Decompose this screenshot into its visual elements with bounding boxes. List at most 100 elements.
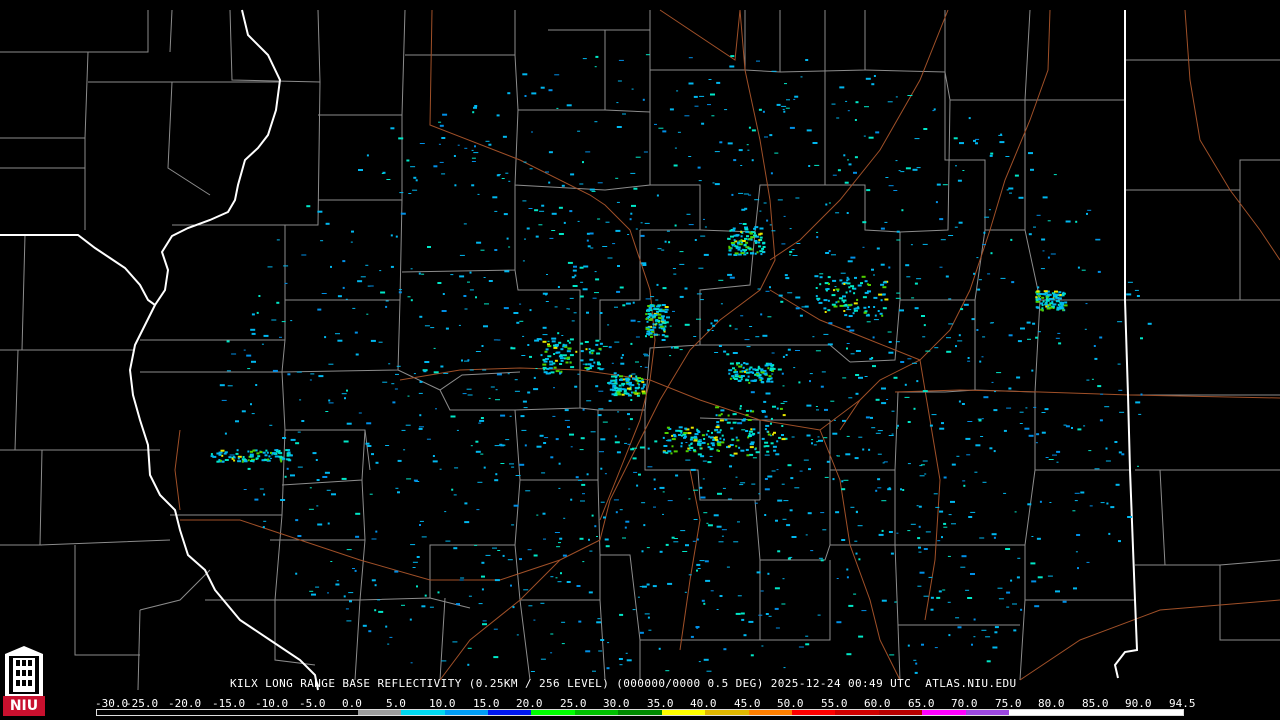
echo-pixel (458, 324, 461, 326)
echo-pixel (981, 356, 984, 358)
echo-pixel (836, 621, 842, 624)
echo-pixel (524, 95, 527, 97)
echo-pixel (701, 441, 706, 444)
echo-pixel (650, 335, 653, 338)
echo-pixel (483, 325, 488, 328)
scale-swatch (705, 710, 749, 715)
echo-pixel (281, 321, 286, 323)
echo-pixel (812, 336, 815, 338)
echo-pixel (832, 432, 838, 435)
echo-pixel (262, 526, 265, 529)
echo-pixel (831, 103, 836, 105)
echo-pixel (646, 583, 650, 586)
echo-pixel (764, 428, 767, 431)
echo-pixel (473, 106, 477, 109)
echo-pixel (818, 439, 823, 442)
echo-pixel (301, 420, 305, 422)
echo-pixel (810, 550, 814, 552)
echo-pixel (815, 287, 818, 289)
echo-pixel (328, 402, 334, 404)
echo-pixel (776, 103, 781, 106)
echo-pixel (740, 315, 744, 317)
echo-pixel (718, 345, 722, 347)
echo-pixel (697, 440, 701, 443)
echo-pixel (553, 346, 558, 349)
echo-pixel (1074, 492, 1080, 494)
echo-pixel (665, 440, 671, 442)
echo-pixel (776, 469, 779, 471)
echo-pixel (531, 92, 537, 95)
echo-pixel (567, 261, 573, 264)
echo-pixel (412, 567, 416, 568)
echo-pixel (622, 537, 626, 539)
echo-pixel (928, 576, 933, 578)
echo-pixel (955, 345, 957, 348)
echo-pixel (571, 320, 575, 322)
echo-pixel (757, 367, 761, 370)
echo-pixel (989, 154, 993, 157)
echo-pixel (738, 192, 744, 194)
echo-pixel (858, 635, 864, 638)
echo-pixel (512, 606, 515, 609)
echo-pixel (577, 373, 580, 375)
echo-pixel (846, 347, 848, 350)
echo-pixel (820, 512, 825, 514)
echo-pixel (325, 411, 329, 412)
echo-pixel (350, 241, 353, 243)
echo-pixel (764, 415, 768, 418)
echo-pixel (883, 461, 888, 463)
echo-pixel (555, 370, 560, 373)
echo-pixel (702, 478, 705, 480)
echo-pixel (494, 479, 499, 482)
echo-pixel (997, 587, 1003, 589)
echo-pixel (330, 265, 332, 268)
echo-pixel (563, 221, 566, 224)
echo-pixel (916, 380, 919, 383)
echo-pixel (561, 335, 564, 336)
echo-pixel (607, 324, 610, 326)
echo-pixel (957, 179, 962, 182)
echo-pixel (309, 590, 314, 592)
echo-pixel (968, 117, 971, 120)
echo-pixel (740, 235, 743, 238)
echo-pixel (608, 346, 612, 349)
echo-pixel (547, 340, 550, 342)
echo-pixel (279, 336, 282, 338)
echo-pixel (723, 648, 727, 651)
echo-pixel (553, 387, 555, 389)
scale-swatch (97, 710, 141, 715)
echo-pixel (673, 541, 679, 543)
echo-pixel (980, 436, 984, 437)
echo-pixel (218, 451, 223, 454)
echo-pixel (371, 579, 376, 582)
echo-pixel (1089, 505, 1093, 507)
echo-pixel (1086, 379, 1090, 381)
echo-pixel (817, 614, 821, 616)
echo-pixel (590, 349, 595, 352)
echo-pixel (492, 196, 498, 199)
echo-pixel (688, 444, 691, 447)
echo-pixel (358, 412, 362, 414)
echo-pixel (914, 138, 920, 140)
echo-pixel (586, 232, 590, 235)
echo-pixel (1000, 277, 1006, 279)
echo-pixel (287, 373, 291, 376)
echo-pixel (516, 634, 519, 636)
echo-pixel (505, 172, 509, 174)
echo-pixel (615, 380, 618, 383)
echo-pixel (745, 362, 749, 365)
echo-pixel (692, 540, 696, 542)
echo-pixel (947, 601, 951, 603)
echo-pixel (1047, 220, 1051, 222)
echo-pixel (586, 311, 589, 314)
echo-pixel (760, 371, 765, 374)
echo-pixel (759, 236, 763, 239)
echo-pixel (757, 241, 761, 244)
echo-pixel (819, 283, 822, 286)
echo-pixel (702, 460, 707, 462)
echo-pixel (959, 142, 964, 145)
echo-pixel (1100, 502, 1105, 504)
echo-pixel (1035, 306, 1039, 309)
echo-pixel (500, 463, 505, 464)
echo-pixel (346, 389, 348, 392)
